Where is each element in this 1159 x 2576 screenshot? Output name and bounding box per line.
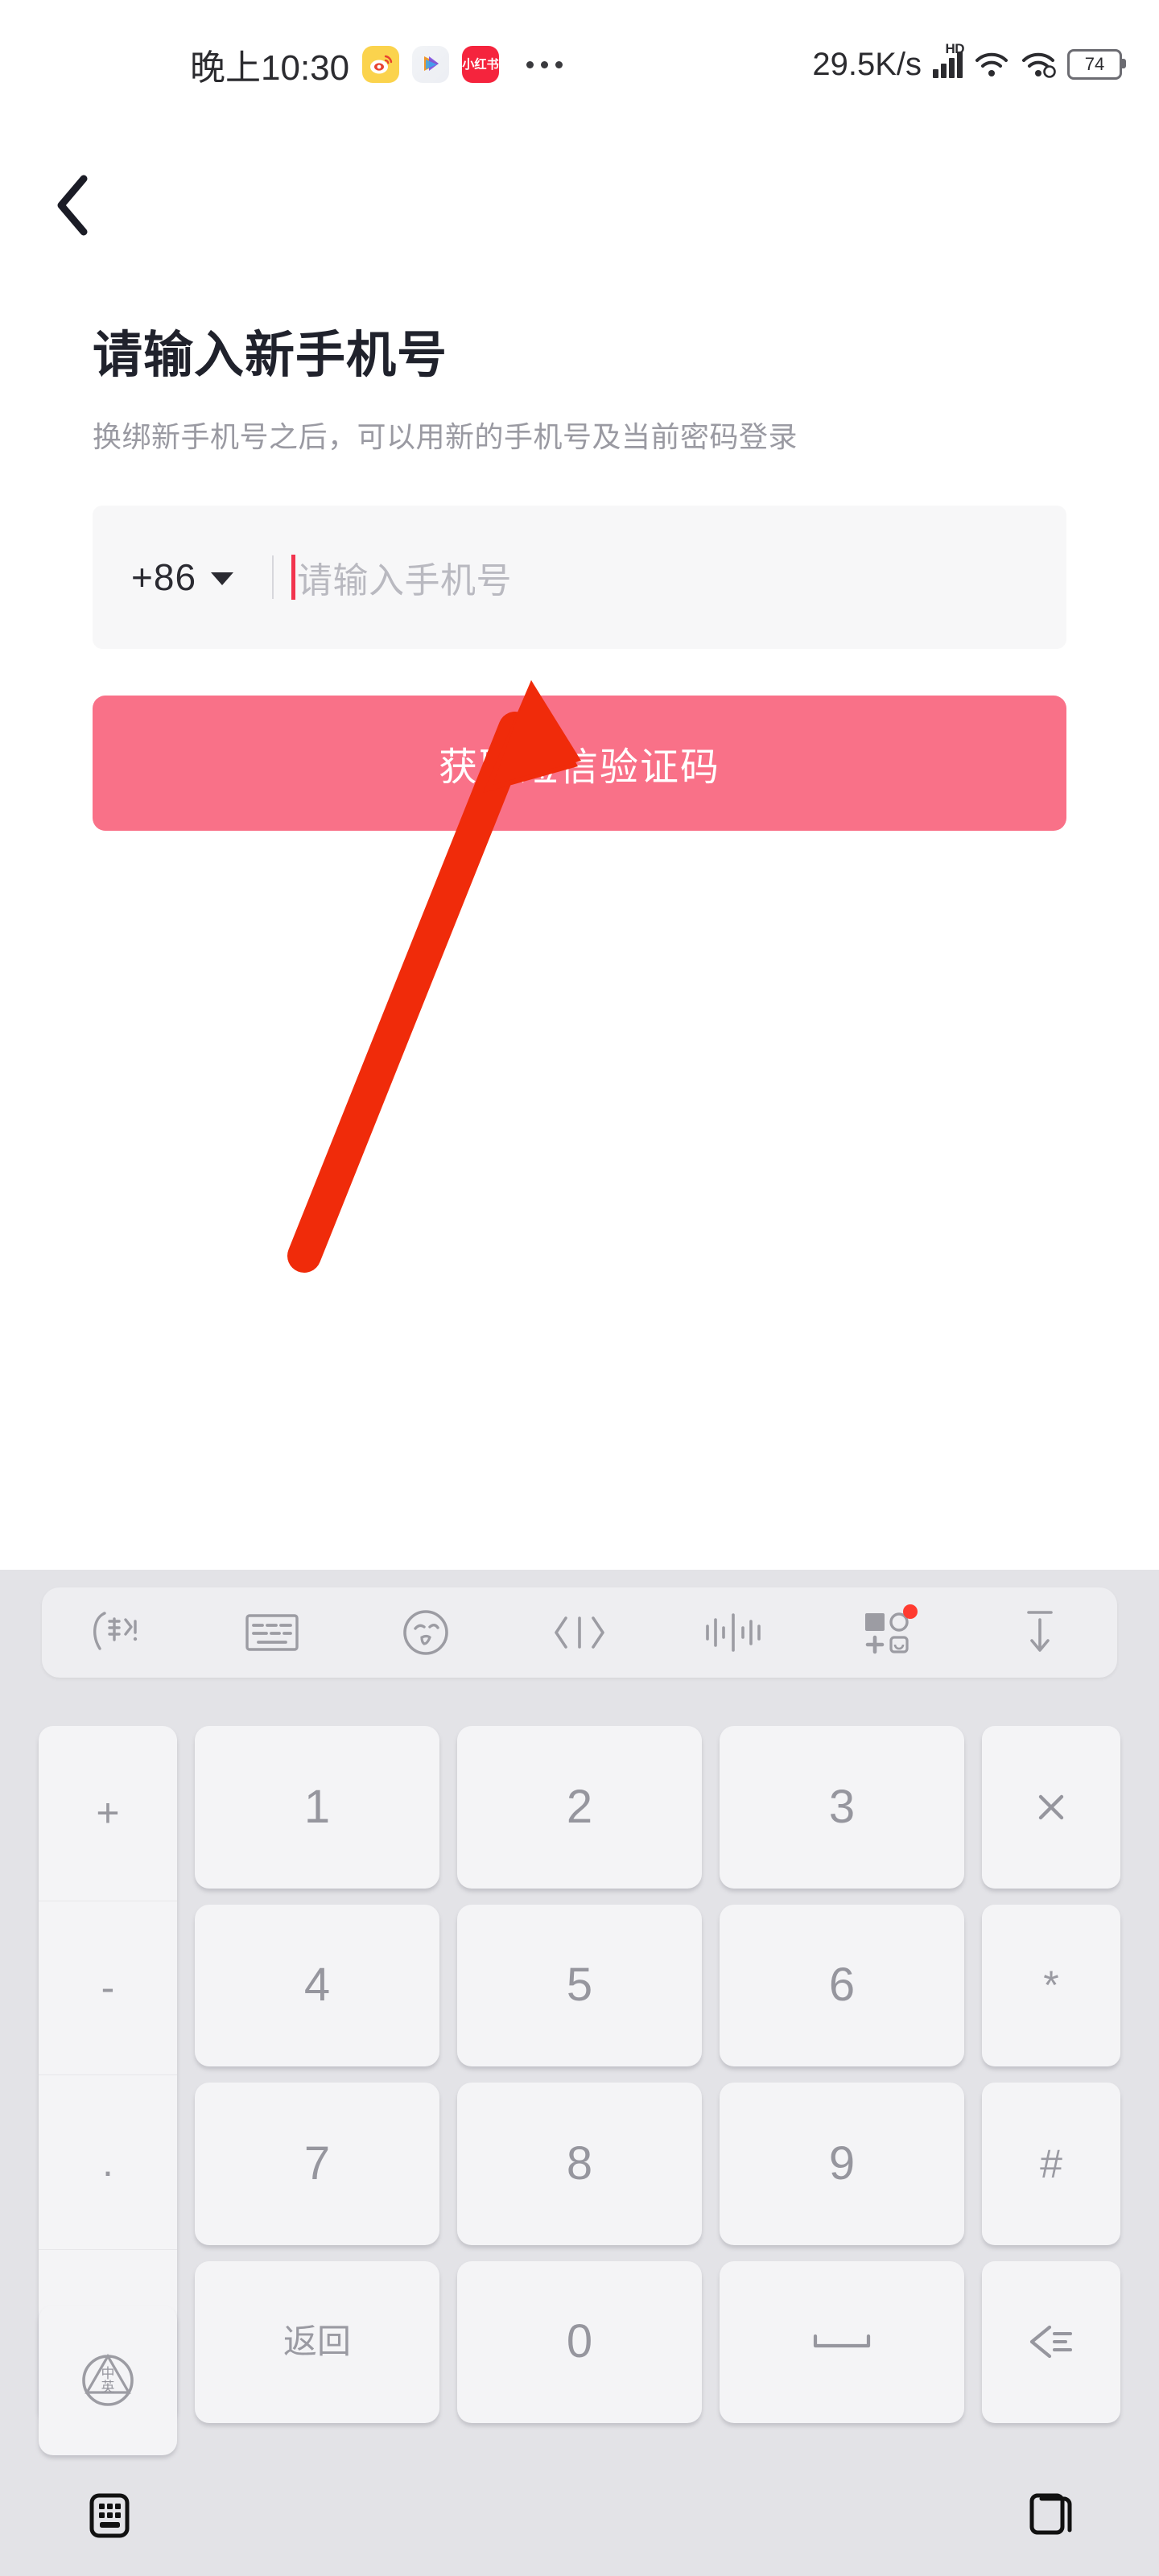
keyboard-bottom-nav	[0, 2455, 1159, 2576]
key-period[interactable]: .	[39, 2074, 177, 2249]
key-2-label: 2	[566, 1780, 593, 1833]
key-1-label: 1	[303, 1780, 331, 1833]
status-bar: 晚上10:30 小红书 29.5K/s HD 74	[0, 0, 1159, 129]
main-content: 请输入新手机号 换绑新手机号之后，可以用新的手机号及当前密码登录 +86 请输入…	[0, 266, 1159, 831]
key-7-label: 7	[303, 2136, 331, 2190]
toolbox-icon[interactable]	[845, 1600, 929, 1666]
notification-overflow-dots	[526, 60, 563, 68]
key-6[interactable]: 6	[720, 1904, 964, 2066]
key-3[interactable]: 3	[720, 1726, 964, 1889]
key-4[interactable]: 4	[195, 1904, 439, 2066]
get-sms-code-button[interactable]: 获取短信验证码	[93, 696, 1066, 831]
close-icon	[1038, 1794, 1064, 1819]
key-backspace[interactable]	[982, 1726, 1120, 1889]
key-5-label: 5	[566, 1959, 593, 2012]
key-asterisk-label: *	[1043, 1963, 1059, 2008]
recents-icon[interactable]	[1025, 2489, 1079, 2542]
key-return-label: 返回	[283, 2322, 351, 2361]
key-8[interactable]: 8	[457, 2083, 702, 2245]
key-space[interactable]	[720, 2260, 964, 2423]
status-time: 晚上10:30	[190, 48, 350, 88]
nav-bar	[0, 161, 1159, 258]
wifi-icon	[974, 51, 1009, 78]
xiaohongshu-icon: 小红书	[462, 46, 500, 83]
key-hash[interactable]: #	[982, 2083, 1120, 2245]
xiaohongshu-label: 小红书	[462, 56, 499, 72]
page-title: 请输入新手机号	[93, 328, 448, 383]
key-1[interactable]: 1	[195, 1726, 439, 1889]
hd-label: HD	[945, 41, 964, 56]
key-minus[interactable]: -	[39, 1900, 177, 2075]
key-5[interactable]: 5	[457, 1904, 702, 2066]
get-sms-code-label: 获取短信验证码	[438, 746, 720, 789]
wifi-secondary-icon	[1021, 51, 1056, 78]
key-0[interactable]: 0	[457, 2260, 702, 2423]
page-subtitle: 换绑新手机号之后，可以用新的手机号及当前密码登录	[93, 420, 798, 453]
battery-level-label: 74	[1084, 54, 1105, 74]
chevron-down-icon	[211, 572, 234, 585]
key-9-label: 9	[828, 2136, 856, 2190]
toolbox-badge	[902, 1604, 918, 1619]
voice-wave-icon[interactable]	[691, 1600, 775, 1666]
key-4-label: 4	[303, 1959, 331, 2012]
status-bar-right: 29.5K/s HD 74	[812, 41, 1126, 83]
key-hash-label: #	[1040, 2140, 1062, 2186]
key-2[interactable]: 2	[457, 1726, 702, 1889]
network-speed-label: 29.5K/s	[812, 46, 922, 82]
keyboard-switch-icon[interactable]	[80, 2491, 138, 2541]
soft-keyboard: + - . , 1 2 3 4 5 6 * 7 8 9 #	[0, 1570, 1159, 2576]
backspace-icon	[1029, 2326, 1072, 2359]
key-6-label: 6	[828, 1959, 856, 2012]
phone-input-placeholder[interactable]: 请输入手机号	[297, 551, 512, 603]
signal-icon: HD	[933, 41, 964, 78]
key-period-label: .	[102, 2139, 113, 2185]
keyboard-layout-icon[interactable]	[230, 1600, 314, 1666]
key-minus-label: -	[101, 1965, 115, 2011]
key-7[interactable]: 7	[195, 2083, 439, 2245]
key-0-label: 0	[566, 2315, 593, 2368]
key-language-switch[interactable]: 中 英	[39, 2306, 177, 2455]
keyboard-toolbar	[42, 1587, 1117, 1678]
symbols-icon[interactable]	[538, 1600, 621, 1666]
text-cursor	[291, 555, 296, 600]
video-player-icon	[412, 46, 450, 83]
weibo-icon	[362, 46, 400, 83]
key-plus-label: +	[96, 1790, 120, 1836]
key-8-label: 8	[566, 2136, 593, 2190]
country-code-selector[interactable]: +86	[93, 555, 272, 599]
collapse-keyboard-icon[interactable]	[998, 1600, 1082, 1666]
key-delete[interactable]	[982, 2260, 1120, 2423]
input-divider	[272, 555, 274, 599]
sogou-logo-icon[interactable]	[76, 1600, 160, 1666]
key-return[interactable]: 返回	[195, 2260, 439, 2423]
chevron-left-icon	[57, 175, 88, 236]
phone-input-row[interactable]: +86 请输入手机号	[93, 506, 1066, 649]
key-3-label: 3	[828, 1780, 856, 1833]
space-icon	[813, 2334, 871, 2348]
svg-text:英: 英	[101, 2380, 115, 2396]
key-plus[interactable]: +	[39, 1726, 177, 1901]
phone-screen: 晚上10:30 小红书 29.5K/s HD 74 请输入新手机号 换绑新手机号…	[0, 0, 1159, 2576]
key-9[interactable]: 9	[720, 2083, 964, 2245]
battery-icon: 74	[1067, 49, 1126, 80]
status-bar-left: 晚上10:30 小红书	[190, 39, 563, 90]
country-code-label: +86	[131, 556, 197, 598]
language-globe-icon: 中 英	[82, 2353, 134, 2406]
key-asterisk[interactable]: *	[982, 1904, 1120, 2066]
back-button[interactable]	[37, 169, 109, 242]
emoji-face-icon[interactable]	[384, 1600, 468, 1666]
